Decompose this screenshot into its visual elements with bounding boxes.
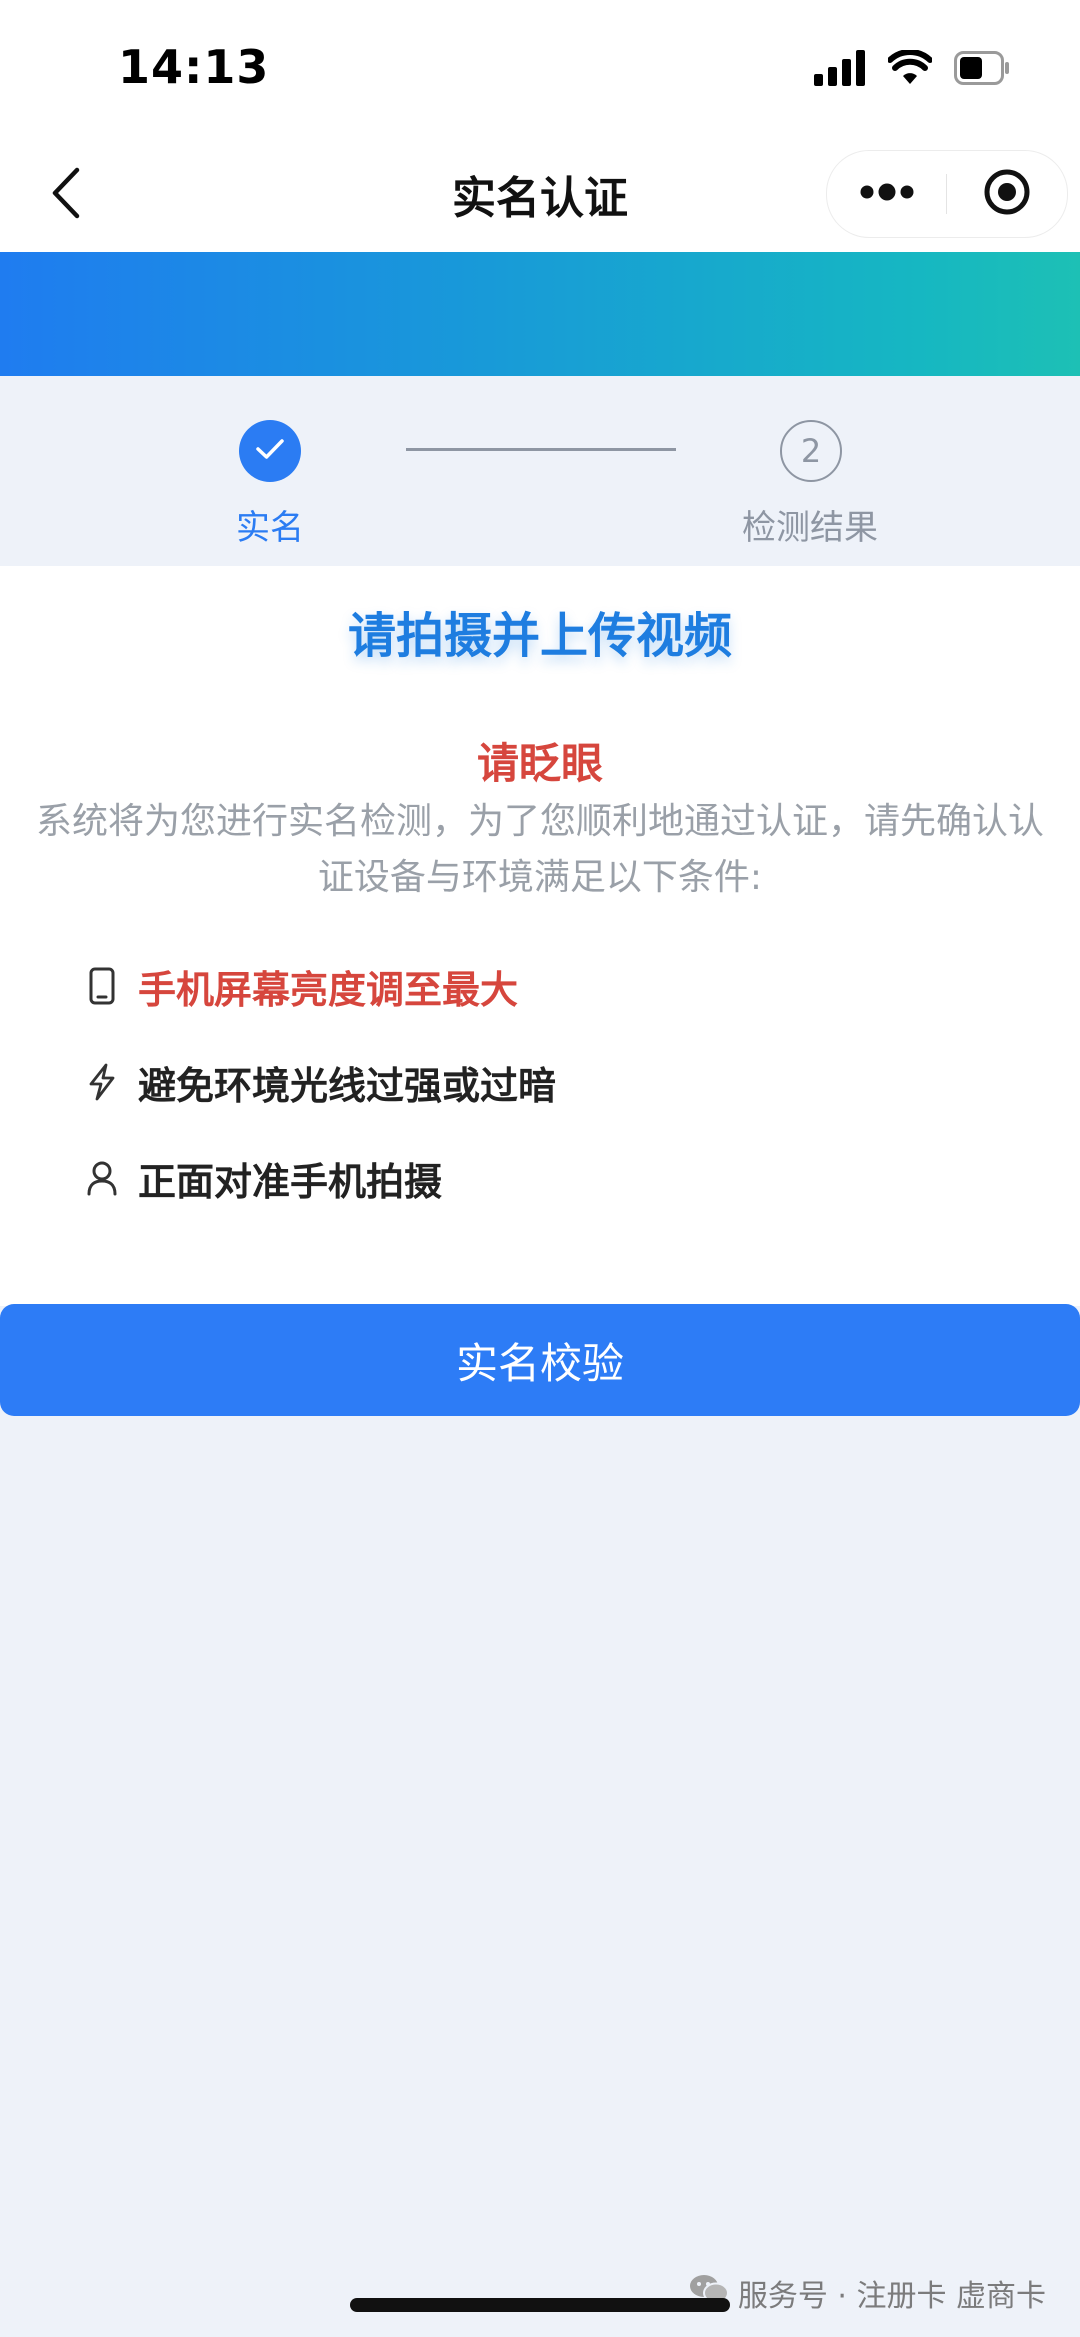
check-icon: [254, 436, 286, 466]
requirement-item: 正面对准手机拍摄: [86, 1148, 442, 1208]
more-dots-icon: [859, 182, 915, 206]
wifi-icon: [887, 49, 933, 90]
close-button[interactable]: [947, 151, 1066, 237]
home-indicator[interactable]: [350, 2298, 730, 2312]
step-connector: [406, 448, 676, 451]
watermark: 服务号 · 注册卡 虚商卡: [688, 2268, 1046, 2318]
verify-button[interactable]: 实名校验: [0, 1304, 1080, 1416]
nav-bar: 实名认证: [0, 140, 1080, 252]
requirement-text: 手机屏幕亮度调至最大: [138, 967, 519, 1012]
requirement-text: 正面对准手机拍摄: [138, 1159, 443, 1204]
phone-icon: [86, 966, 118, 1006]
requirement-item: 避免环境光线过强或过暗: [86, 1052, 556, 1112]
step-2-indicator: 2: [780, 420, 842, 482]
requirement-item: 手机屏幕亮度调至最大: [86, 956, 518, 1016]
more-button[interactable]: [827, 151, 946, 237]
watermark-text: 服务号 · 注册卡 虚商卡: [737, 2279, 1046, 2314]
mini-program-capsule: [826, 150, 1068, 238]
lightning-icon: [86, 1062, 118, 1102]
step-2-label: 检测结果: [742, 508, 878, 548]
content-card: 请拍摄并上传视频 请眨眼 系统将为您进行实名检测，为了您顺利地通过认证，请先确认…: [0, 566, 1080, 1306]
person-icon: [86, 1158, 118, 1198]
signal-icon: [814, 50, 866, 90]
step-1-indicator: [239, 420, 301, 482]
status-bar: 14:13: [0, 0, 1080, 140]
header-banner: [0, 252, 1080, 376]
description-text: 系统将为您进行实名检测，为了您顺利地通过认证，请先确认认证设备与环境满足以下条件…: [35, 801, 1044, 898]
action-instruction: 请眨眼: [476, 739, 603, 788]
battery-icon: [954, 51, 1010, 89]
status-time: 14:13: [118, 40, 270, 94]
progress-steps: 2 实名 检测结果: [0, 376, 1080, 566]
requirement-text: 避免环境光线过强或过暗: [138, 1063, 557, 1108]
step-1-label: 实名: [236, 508, 304, 548]
target-close-icon: [982, 167, 1032, 221]
content-heading: 请拍摄并上传视频: [347, 608, 732, 664]
status-icons: [814, 48, 1010, 92]
